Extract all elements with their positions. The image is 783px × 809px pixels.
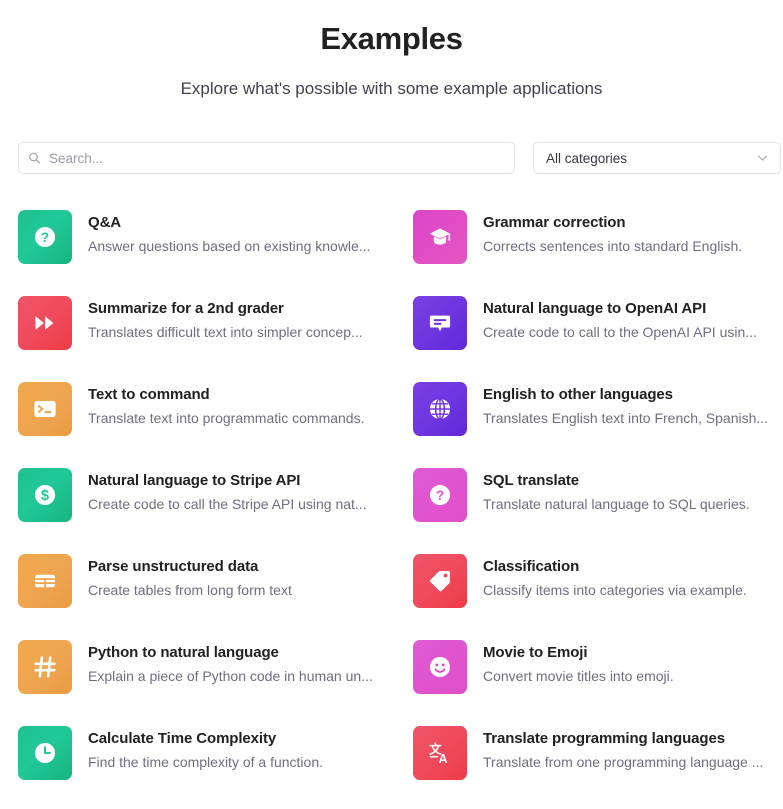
example-card[interactable]: Text to command Translate text into progr… bbox=[18, 382, 413, 436]
example-text: Python to natural language Explain a piec… bbox=[88, 640, 373, 687]
hash-icon bbox=[18, 640, 72, 694]
example-title: Text to command bbox=[88, 386, 210, 403]
search-input[interactable] bbox=[18, 142, 515, 174]
svg-text:$: $ bbox=[41, 488, 49, 504]
example-text: Classification Classify items into catego… bbox=[483, 554, 747, 601]
page-title: Examples bbox=[320, 21, 463, 56]
example-card[interactable]: Classification Classify items into catego… bbox=[413, 554, 783, 608]
example-title: Q&A bbox=[88, 214, 122, 231]
translate-icon: 文A bbox=[413, 726, 467, 780]
page-subtitle: Explore what's possible with some exampl… bbox=[180, 79, 603, 98]
tag-icon bbox=[413, 554, 467, 608]
example-title: Natural language to OpenAI API bbox=[483, 300, 707, 317]
smiley-face-icon bbox=[413, 640, 467, 694]
example-title: Python to natural language bbox=[88, 644, 279, 661]
example-description: Find the time complexity of a function. bbox=[88, 754, 323, 770]
search-field-wrapper bbox=[18, 142, 515, 174]
example-description: Answer questions based on existing knowl… bbox=[88, 238, 371, 254]
examples-grid: ? Q&A Answer questions based on existing k… bbox=[18, 210, 768, 780]
example-text: Movie to Emoji Convert movie titles into … bbox=[483, 640, 674, 687]
example-card[interactable]: Summarize for a 2nd grader Translates dif… bbox=[18, 296, 413, 350]
example-title: Summarize for a 2nd grader bbox=[88, 300, 284, 317]
example-description: Classify items into categories via examp… bbox=[483, 582, 747, 598]
example-title: Calculate Time Complexity bbox=[88, 730, 277, 747]
chat-bubble-icon bbox=[413, 296, 467, 350]
example-title: Grammar correction bbox=[483, 214, 626, 231]
filter-bar: All categories bbox=[18, 142, 781, 174]
svg-text:A: A bbox=[438, 752, 447, 766]
example-card[interactable]: English to other languages Translates Eng… bbox=[413, 382, 783, 436]
page-header: Examples Explore what's possible with so… bbox=[18, 0, 765, 101]
dollar-circle-icon: $ bbox=[18, 468, 72, 522]
example-description: Translate natural language to SQL querie… bbox=[483, 496, 750, 512]
example-description: Create code to call the Stripe API using… bbox=[88, 496, 367, 512]
example-text: Natural language to Stripe API Create cod… bbox=[88, 468, 367, 515]
category-filter-value: All categories bbox=[546, 150, 628, 166]
example-card[interactable]: $ Natural language to Stripe API Create co… bbox=[18, 468, 413, 522]
example-title: Natural language to Stripe API bbox=[88, 472, 301, 489]
example-title: Translate programming languages bbox=[483, 730, 725, 747]
example-text: Translate programming languages Translate… bbox=[483, 726, 763, 773]
example-description: Translates difficult text into simpler c… bbox=[88, 324, 363, 340]
svg-text:?: ? bbox=[41, 230, 49, 245]
example-card[interactable]: Python to natural language Explain a piec… bbox=[18, 640, 413, 694]
example-text: SQL translate Translate natural language … bbox=[483, 468, 750, 515]
example-description: Corrects sentences into standard English… bbox=[483, 238, 743, 254]
example-description: Create code to call to the OpenAI API us… bbox=[483, 324, 757, 340]
example-text: Q&A Answer questions based on existing kn… bbox=[88, 210, 371, 257]
example-description: Explain a piece of Python code in human … bbox=[88, 668, 373, 684]
example-text: Calculate Time Complexity Find the time c… bbox=[88, 726, 323, 773]
table-icon bbox=[18, 554, 72, 608]
example-card[interactable]: Natural language to OpenAI API Create cod… bbox=[413, 296, 783, 350]
example-description: Convert movie titles into emoji. bbox=[483, 668, 674, 684]
fast-forward-icon bbox=[18, 296, 72, 350]
example-card[interactable]: ? Q&A Answer questions based on existing k… bbox=[18, 210, 413, 264]
example-title: Movie to Emoji bbox=[483, 644, 588, 661]
category-filter-wrapper: All categories bbox=[533, 142, 781, 174]
examples-page: Examples Explore what's possible with so… bbox=[0, 0, 783, 809]
example-text: Natural language to OpenAI API Create cod… bbox=[483, 296, 757, 343]
terminal-icon bbox=[18, 382, 72, 436]
example-text: Parse unstructured data Create tables fro… bbox=[88, 554, 292, 601]
example-description: Translate text into programmatic command… bbox=[88, 410, 365, 426]
svg-text:?: ? bbox=[436, 488, 444, 503]
example-text: Grammar correction Corrects sentences int… bbox=[483, 210, 742, 257]
example-title: Parse unstructured data bbox=[88, 558, 259, 575]
example-description: Translate from one programming language … bbox=[483, 754, 764, 770]
question-circle-icon: ? bbox=[413, 468, 467, 522]
example-card[interactable]: Calculate Time Complexity Find the time c… bbox=[18, 726, 413, 780]
example-description: Translates English text into French, Spa… bbox=[483, 410, 769, 426]
graduation-cap-icon bbox=[413, 210, 467, 264]
example-text: Summarize for a 2nd grader Translates dif… bbox=[88, 296, 363, 343]
example-card[interactable]: ? SQL translate Translate natural language… bbox=[413, 468, 783, 522]
example-card[interactable]: Grammar correction Corrects sentences int… bbox=[413, 210, 783, 264]
example-description: Create tables from long form text bbox=[88, 582, 292, 598]
question-circle-icon: ? bbox=[18, 210, 72, 264]
example-card[interactable]: 文 A Translate programming languages Transla… bbox=[413, 726, 783, 780]
example-card[interactable]: Parse unstructured data Create tables fro… bbox=[18, 554, 413, 608]
example-title: English to other languages bbox=[483, 386, 673, 403]
example-title: SQL translate bbox=[483, 472, 579, 489]
example-title: Classification bbox=[483, 558, 580, 575]
clock-icon bbox=[18, 726, 72, 780]
example-text: Text to command Translate text into progr… bbox=[88, 382, 364, 429]
globe-icon bbox=[413, 382, 467, 436]
category-filter-select[interactable]: All categories bbox=[533, 142, 781, 174]
example-text: English to other languages Translates Eng… bbox=[483, 382, 768, 429]
example-card[interactable]: Movie to Emoji Convert movie titles into … bbox=[413, 640, 783, 694]
